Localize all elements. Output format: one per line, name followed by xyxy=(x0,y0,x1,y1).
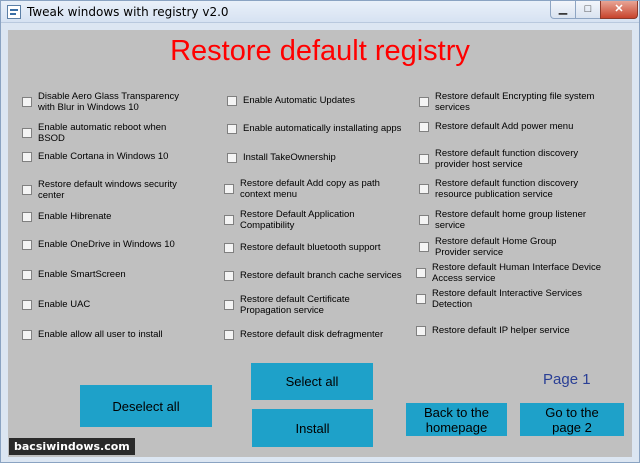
checkbox[interactable] xyxy=(22,128,32,138)
checkbox[interactable] xyxy=(224,270,234,281)
option-install-takeownership[interactable]: Install TakeOwnership xyxy=(227,152,417,163)
option-label: Restore default Add power menu xyxy=(435,121,574,132)
option-disable-aero-glass[interactable]: Disable Aero Glass Transparency with Blu… xyxy=(22,91,197,113)
checkbox[interactable] xyxy=(227,95,237,106)
checkbox[interactable] xyxy=(227,152,237,163)
option-label: Enable allow all user to install xyxy=(38,329,163,340)
checkbox[interactable] xyxy=(22,211,32,222)
checkbox[interactable] xyxy=(419,215,429,225)
checkbox[interactable] xyxy=(22,299,32,310)
option-ip-helper[interactable]: Restore default IP helper service xyxy=(416,325,616,336)
checkbox[interactable] xyxy=(224,242,234,253)
option-label: Enable Hibrenate xyxy=(38,211,112,222)
maximize-button[interactable]: □ xyxy=(575,1,601,19)
option-enable-hibernate[interactable]: Enable Hibrenate xyxy=(22,211,197,222)
go-to-page-2-button[interactable]: Go to the page 2 xyxy=(520,403,624,436)
option-interactive-services[interactable]: Restore default Interactive Services Det… xyxy=(416,288,591,310)
checkbox[interactable] xyxy=(22,185,32,195)
option-label: Enable UAC xyxy=(38,299,91,310)
option-homegroup-provider[interactable]: Restore default Home Group Provider serv… xyxy=(419,236,594,258)
checkbox[interactable] xyxy=(22,329,32,340)
deselect-all-button[interactable]: Deselect all xyxy=(80,385,212,427)
option-label: Restore default function discovery provi… xyxy=(435,148,579,170)
option-label: Restore Default Application Compatibilit… xyxy=(240,209,355,231)
checkbox[interactable] xyxy=(22,97,32,107)
checkbox[interactable] xyxy=(22,151,32,162)
window-title: Tweak windows with registry v2.0 xyxy=(27,5,229,19)
option-bluetooth-support[interactable]: Restore default bluetooth support xyxy=(224,242,414,253)
option-enable-smartscreen[interactable]: Enable SmartScreen xyxy=(22,269,197,280)
checkbox[interactable] xyxy=(419,184,429,194)
option-certificate-propagation[interactable]: Restore default Certificate Propagation … xyxy=(224,294,394,316)
checkbox[interactable] xyxy=(224,300,234,310)
checkbox[interactable] xyxy=(419,154,429,164)
option-label: Restore default Interactive Services Det… xyxy=(432,288,582,310)
option-allow-all-users-install[interactable]: Enable allow all user to install xyxy=(22,329,212,340)
option-label: Enable OneDrive in Windows 10 xyxy=(38,239,175,250)
option-label: Enable automatic reboot when BSOD xyxy=(38,122,167,144)
option-label: Install TakeOwnership xyxy=(243,152,336,163)
page-heading: Restore default registry xyxy=(170,35,470,67)
main-panel: Restore default registry Disable Aero Gl… xyxy=(8,30,632,457)
option-fd-provider-host[interactable]: Restore default function discovery provi… xyxy=(419,148,589,170)
option-label: Restore default Certificate Propagation … xyxy=(240,294,350,316)
option-label: Disable Aero Glass Transparency with Blu… xyxy=(38,91,179,113)
option-label: Restore default disk defragmenter xyxy=(240,329,384,340)
option-human-interface-device[interactable]: Restore default Human Interface Device A… xyxy=(416,262,601,284)
app-icon xyxy=(7,5,21,19)
close-button[interactable]: ✕ xyxy=(600,1,638,19)
minimize-button[interactable]: ▁ xyxy=(550,1,576,19)
checkbox[interactable] xyxy=(22,239,32,250)
option-label: Restore default Add copy as path context… xyxy=(240,178,380,200)
site-watermark: bacsiwindows.com xyxy=(9,438,135,455)
option-label: Restore default branch cache services xyxy=(240,270,402,281)
app-window: Tweak windows with registry v2.0 ▁ □ ✕ R… xyxy=(0,0,640,463)
select-all-button[interactable]: Select all xyxy=(251,363,373,400)
option-add-power-menu[interactable]: Restore default Add power menu xyxy=(419,121,619,132)
option-label: Enable Automatic Updates xyxy=(243,95,355,106)
option-copy-as-path[interactable]: Restore default Add copy as path context… xyxy=(224,178,394,200)
option-enable-onedrive[interactable]: Enable OneDrive in Windows 10 xyxy=(22,239,197,250)
option-label: Restore default windows security center xyxy=(38,179,177,201)
option-enable-cortana[interactable]: Enable Cortana in Windows 10 xyxy=(22,151,197,162)
checkbox[interactable] xyxy=(224,215,234,225)
option-label: Enable SmartScreen xyxy=(38,269,126,280)
option-label: Restore default Human Interface Device A… xyxy=(432,262,601,284)
option-label: Restore default Encrypting file system s… xyxy=(435,91,595,113)
install-button[interactable]: Install xyxy=(252,409,373,447)
option-reboot-bsod[interactable]: Enable automatic reboot when BSOD xyxy=(22,122,182,144)
checkbox[interactable] xyxy=(416,268,426,278)
option-enable-uac[interactable]: Enable UAC xyxy=(22,299,197,310)
option-security-center[interactable]: Restore default windows security center xyxy=(22,179,192,201)
checkbox[interactable] xyxy=(416,294,426,304)
option-label: Restore default home group listener serv… xyxy=(435,209,587,231)
back-to-homepage-button[interactable]: Back to the homepage xyxy=(406,403,507,436)
checkbox[interactable] xyxy=(22,269,32,280)
option-label: Restore default Home Group Provider serv… xyxy=(435,236,557,258)
option-label: Restore default function discovery resou… xyxy=(435,178,579,200)
option-fd-resource-publication[interactable]: Restore default function discovery resou… xyxy=(419,178,589,200)
option-branch-cache[interactable]: Restore default branch cache services xyxy=(224,270,419,281)
checkbox[interactable] xyxy=(419,97,429,107)
checkbox[interactable] xyxy=(227,123,237,134)
checkbox[interactable] xyxy=(224,329,234,340)
option-disk-defragmenter[interactable]: Restore default disk defragmenter xyxy=(224,329,414,340)
checkbox[interactable] xyxy=(224,184,234,194)
option-label: Restore default bluetooth support xyxy=(240,242,381,253)
option-automatic-updates[interactable]: Enable Automatic Updates xyxy=(227,95,417,106)
option-label: Enable automatically installating apps xyxy=(243,123,402,134)
checkbox[interactable] xyxy=(416,325,426,336)
option-homegroup-listener[interactable]: Restore default home group listener serv… xyxy=(419,209,594,231)
option-label: Restore default IP helper service xyxy=(432,325,570,336)
checkbox[interactable] xyxy=(419,242,429,252)
option-app-compatibility[interactable]: Restore Default Application Compatibilit… xyxy=(224,209,394,231)
option-auto-install-apps[interactable]: Enable automatically installating apps xyxy=(227,123,417,134)
option-label: Enable Cortana in Windows 10 xyxy=(38,151,169,162)
title-bar[interactable]: Tweak windows with registry v2.0 ▁ □ ✕ xyxy=(1,1,639,23)
page-indicator: Page 1 xyxy=(543,371,591,388)
checkbox[interactable] xyxy=(419,121,429,132)
option-encrypting-file-system[interactable]: Restore default Encrypting file system s… xyxy=(419,91,619,113)
